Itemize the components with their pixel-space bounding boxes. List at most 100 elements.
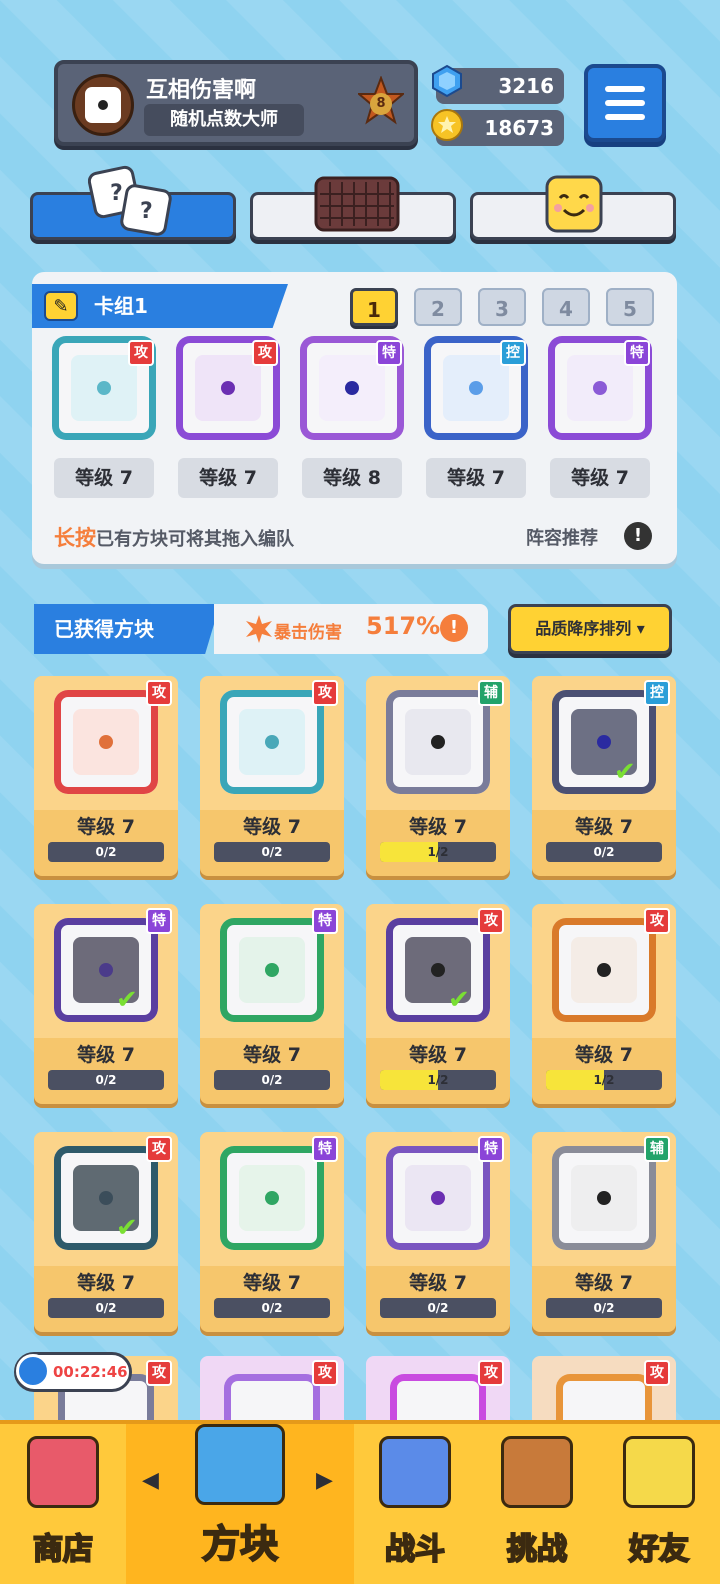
svg-text:?: ?: [140, 199, 153, 224]
crit-info-icon[interactable]: !: [440, 614, 468, 642]
upgrade-progress-bar: 0/2: [48, 1070, 164, 1090]
dice-type-tag: 辅: [644, 1136, 670, 1162]
dice-type-tag: 特: [624, 340, 650, 366]
stopwatch-icon: [16, 1354, 50, 1388]
deck-dice-level: 等级 7: [550, 458, 650, 498]
crit-damage-value: 517%: [366, 612, 441, 640]
dice-face: [54, 690, 158, 794]
card-level: 等级 7: [575, 1044, 633, 1066]
card-level: 等级 7: [243, 1044, 301, 1066]
sword-shield-icon: [379, 1436, 451, 1508]
nav-item-1[interactable]: 商店: [0, 1424, 126, 1584]
dice-inner: [571, 937, 637, 1003]
owned-dice-card[interactable]: 攻 ✔ 等级 7 1/2: [366, 904, 510, 1104]
upgrade-progress-bar: 1/2: [380, 842, 496, 862]
menu-button[interactable]: [584, 64, 666, 142]
deck-tab-3[interactable]: 3: [478, 288, 526, 326]
shop-icon: [27, 1436, 99, 1508]
nav-right-arrow[interactable]: ▶: [316, 1468, 333, 1493]
dice-pip: [593, 381, 607, 395]
dice-pip: [597, 1191, 611, 1205]
dice-type-tag: 攻: [312, 1360, 338, 1386]
owned-dice-card[interactable]: 特等级 7 0/2: [200, 904, 344, 1104]
owned-dice-card[interactable]: 攻等级 7 0/2: [200, 676, 344, 876]
dice-type-tag: 辅: [478, 680, 504, 706]
deck-dice-level: 等级 7: [426, 458, 526, 498]
dice-pip: [345, 381, 359, 395]
deck-dice-level: 等级 7: [54, 458, 154, 498]
dice-pip: [221, 381, 235, 395]
deck-tab-5[interactable]: 5: [606, 288, 654, 326]
nav-item-5[interactable]: 好友: [598, 1424, 720, 1584]
dice-face: [386, 690, 490, 794]
owned-dice-card-partial[interactable]: 攻: [366, 1356, 510, 1426]
progress-text: 1/2: [427, 845, 449, 859]
lineup-recommend-label[interactable]: 阵容推荐: [526, 524, 598, 550]
dice-face: [220, 690, 324, 794]
sort-dropdown[interactable]: 品质降序排列 ▾: [508, 604, 672, 654]
dice-inner: [443, 355, 509, 421]
card-level: 等级 7: [575, 816, 633, 838]
dice-inner: [405, 1165, 471, 1231]
dice-type-tag: 攻: [146, 680, 172, 706]
owned-dice-card[interactable]: 辅等级 7 0/2: [532, 1132, 676, 1332]
owned-dice-card[interactable]: 特等级 7 0/2: [366, 1132, 510, 1332]
dice-pip: [597, 963, 611, 977]
owned-dice-card[interactable]: 特 ✔ 等级 7 0/2: [34, 904, 178, 1104]
dice-pip: [99, 1191, 113, 1205]
challenge-sign-icon: [501, 1436, 573, 1508]
bottom-nav: 商店 方块 战斗 挑战 好友: [0, 1420, 720, 1584]
upgrade-progress-bar: 0/2: [214, 842, 330, 862]
dice-type-tag: 攻: [312, 680, 338, 706]
progress-text: 0/2: [95, 845, 117, 859]
dice-type-tag: 攻: [146, 1360, 172, 1386]
burst-icon: [246, 615, 272, 643]
owned-dice-title: 已获得方块: [34, 604, 220, 654]
avatar[interactable]: [72, 74, 134, 136]
owned-dice-card[interactable]: 攻 ✔ 等级 7 0/2: [34, 1132, 178, 1332]
dice-inner: [239, 937, 305, 1003]
nav-item-4[interactable]: 挑战: [476, 1424, 598, 1584]
info-icon[interactable]: !: [624, 522, 652, 550]
dice-box-icon: [195, 1424, 285, 1505]
owned-dice-card-partial[interactable]: 攻: [532, 1356, 676, 1426]
progress-text: 1/2: [593, 1073, 615, 1087]
upgrade-progress-bar: 1/2: [546, 1070, 662, 1090]
owned-dice-card[interactable]: 辅等级 7 1/2: [366, 676, 510, 876]
card-level: 等级 7: [77, 816, 135, 838]
upgrade-progress-bar: 0/2: [546, 1298, 662, 1318]
dice-type-tag: 特: [146, 908, 172, 934]
svg-text:?: ?: [110, 181, 123, 206]
smiley-cube-icon: [545, 175, 603, 233]
dice-pair-icon: ? ?: [88, 165, 172, 236]
dice-inner: [71, 355, 137, 421]
dice-inner: [73, 709, 139, 775]
nav-label: 好友: [628, 1531, 690, 1568]
deck-tab-4[interactable]: 4: [542, 288, 590, 326]
owned-dice-card[interactable]: 攻等级 7 0/2: [34, 676, 178, 876]
owned-dice-card[interactable]: 控 ✔ 等级 7 0/2: [532, 676, 676, 876]
upgrade-progress-bar: 0/2: [214, 1298, 330, 1318]
progress-text: 0/2: [261, 845, 283, 859]
deck-tab-1[interactable]: 1: [350, 288, 398, 326]
nav-left-arrow[interactable]: ◀: [142, 1468, 159, 1493]
owned-dice-card[interactable]: 特等级 7 0/2: [200, 1132, 344, 1332]
nav-item-2[interactable]: 方块: [126, 1424, 354, 1584]
nav-item-3[interactable]: 战斗: [354, 1424, 476, 1584]
dice-type-tag: 特: [312, 1136, 338, 1162]
owned-dice-card[interactable]: 攻等级 7 1/2: [532, 904, 676, 1104]
dice-face: [386, 1146, 490, 1250]
deck-tab-2[interactable]: 2: [414, 288, 462, 326]
player-profile-card[interactable]: 互相伤害啊 随机点数大师 8: [54, 60, 418, 146]
progress-text: 0/2: [427, 1301, 449, 1315]
owned-dice-card-partial[interactable]: 攻: [200, 1356, 344, 1426]
dice-pip: [265, 1191, 279, 1205]
in-deck-check-icon: ✔: [116, 985, 138, 1015]
progress-text: 1/2: [427, 1073, 449, 1087]
dice-face: [386, 918, 490, 1022]
card-level: 等级 7: [243, 1272, 301, 1294]
dice-inner: [239, 709, 305, 775]
edit-pencil-icon[interactable]: ✎: [44, 291, 78, 321]
drag-hint-text: 已有方块可将其拖入编队: [96, 529, 294, 550]
dice-pip: [469, 381, 483, 395]
